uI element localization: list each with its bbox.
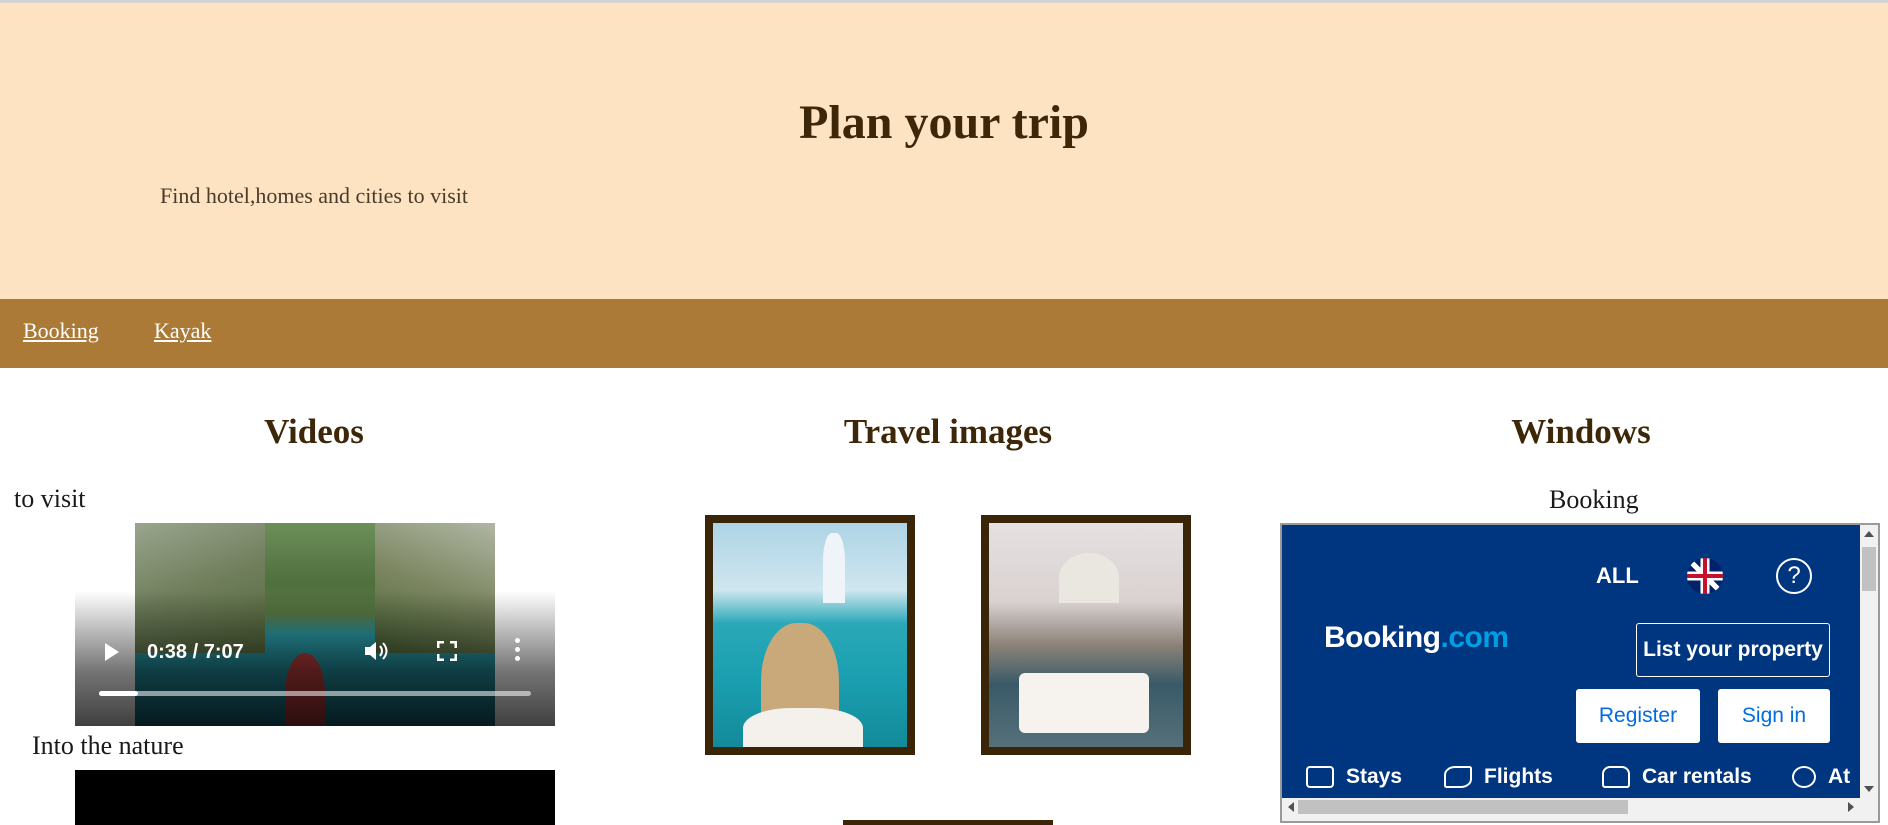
scroll-up-icon[interactable] <box>1864 531 1874 537</box>
video-player[interactable]: 0:38 / 7:07 <box>75 523 555 726</box>
videos-heading: Videos <box>264 412 364 451</box>
image-dubai-pool <box>713 523 907 747</box>
page-header: Plan your trip Find hotel,homes and citi… <box>0 3 1888 299</box>
logo-suffix: .com <box>1440 621 1510 654</box>
nav-bar: Booking Kayak <box>0 299 1888 368</box>
ferris-wheel-icon <box>1792 766 1816 789</box>
play-icon[interactable] <box>105 643 119 661</box>
tab-flights[interactable]: Flights <box>1444 765 1553 789</box>
tab-stays[interactable]: Stays <box>1306 765 1402 789</box>
volume-icon[interactable] <box>363 639 389 663</box>
page-title: Plan your trip <box>799 96 1089 149</box>
travel-image-dubai[interactable] <box>705 515 915 755</box>
video-player-2[interactable] <box>75 770 555 825</box>
booking-window-label: Booking <box>1549 485 1639 514</box>
tab-car-rentals[interactable]: Car rentals <box>1602 765 1752 789</box>
tab-car-rentals-label: Car rentals <box>1642 765 1752 788</box>
help-icon[interactable]: ? <box>1776 558 1812 594</box>
seek-bar[interactable] <box>99 691 531 696</box>
video-time: 0:38 / 7:07 <box>147 641 244 663</box>
horizontal-scroll-thumb[interactable] <box>1298 800 1628 814</box>
video-caption-2: Into the nature <box>32 731 184 760</box>
scroll-right-icon[interactable] <box>1848 802 1854 812</box>
booking-iframe[interactable]: ALL ? Booking.com List your property Reg… <box>1280 523 1880 823</box>
burj-tower-shape <box>823 533 845 603</box>
dining-table-shape <box>1019 673 1149 733</box>
tab-attractions[interactable]: At <box>1792 765 1850 789</box>
video-caption-1: to visit <box>14 484 86 513</box>
scroll-left-icon[interactable] <box>1288 802 1294 812</box>
travel-image-venice[interactable] <box>981 515 1191 755</box>
basilica-dome-shape <box>1059 553 1119 603</box>
plane-icon <box>1444 766 1472 789</box>
vertical-scroll-thumb[interactable] <box>1862 547 1876 591</box>
uk-flag-icon[interactable] <box>1687 558 1723 594</box>
more-options-icon[interactable] <box>515 638 521 664</box>
nav-link-booking[interactable]: Booking <box>23 318 99 344</box>
vertical-scrollbar[interactable] <box>1860 525 1878 798</box>
seek-bar-progress <box>99 691 138 696</box>
dress-shape <box>743 708 863 747</box>
booking-page: ALL ? Booking.com List your property Reg… <box>1282 525 1860 798</box>
sign-in-button[interactable]: Sign in <box>1718 689 1830 743</box>
register-button[interactable]: Register <box>1576 689 1700 743</box>
images-heading: Travel images <box>843 412 1053 451</box>
horizontal-scrollbar[interactable] <box>1282 798 1860 816</box>
logo-main: Booking <box>1324 621 1441 654</box>
booking-logo[interactable]: Booking.com <box>1324 621 1509 655</box>
bed-icon <box>1306 766 1334 789</box>
nav-link-kayak[interactable]: Kayak <box>154 318 211 344</box>
scroll-down-icon[interactable] <box>1864 786 1874 792</box>
list-property-button[interactable]: List your property <box>1636 623 1830 677</box>
page-subtitle: Find hotel,homes and cities to visit <box>160 183 468 208</box>
tab-flights-label: Flights <box>1484 765 1553 788</box>
tab-attractions-label: At <box>1828 765 1851 788</box>
image-venice-canal <box>989 523 1183 747</box>
tab-stays-label: Stays <box>1346 765 1403 788</box>
windows-heading: Windows <box>1511 412 1651 451</box>
travel-image-3-edge <box>843 820 1053 825</box>
currency-selector[interactable]: ALL <box>1596 563 1639 589</box>
fullscreen-icon[interactable] <box>436 640 458 662</box>
car-icon <box>1602 766 1630 789</box>
